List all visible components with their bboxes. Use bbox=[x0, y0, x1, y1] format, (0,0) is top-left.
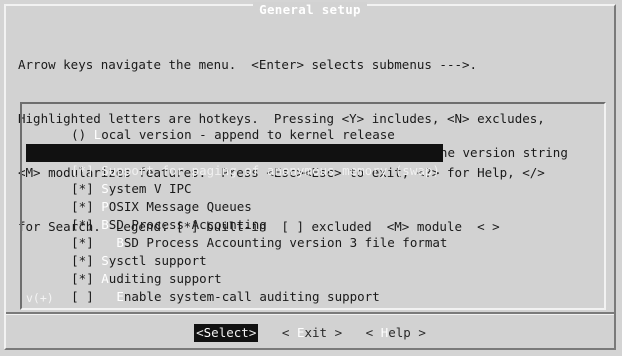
exit-close: > bbox=[327, 325, 343, 340]
help-line: Arrow keys navigate the menu. <Enter> se… bbox=[18, 57, 478, 72]
exit-label: xit bbox=[304, 325, 328, 340]
menu-item-bsd-accounting-v3[interactable]: [*] BSD Process Accounting version 3 fil… bbox=[26, 216, 450, 250]
dialog-frame: General setup Arrow keys navigate the me… bbox=[4, 2, 616, 350]
menu-item-indent bbox=[101, 289, 116, 304]
menu-item-label: nable system-call auditing support bbox=[123, 289, 380, 304]
exit-open: < bbox=[281, 325, 297, 340]
button-separator bbox=[6, 312, 614, 315]
menu-item-posix-mqueue[interactable]: [*] POSIX Message Queues bbox=[26, 180, 255, 214]
select-open: < bbox=[196, 325, 204, 340]
menu-item-state: [ ] bbox=[71, 289, 94, 304]
menu-list[interactable]: () Local version - append to kernel rele… bbox=[20, 102, 606, 310]
menu-item-bsd-accounting[interactable]: [*] BSD Process Accounting bbox=[26, 198, 270, 232]
help-label: elp bbox=[388, 325, 411, 340]
scroll-indicator: v(+) bbox=[26, 291, 54, 305]
help-close: > bbox=[410, 325, 426, 340]
dialog-title-text: General setup bbox=[253, 2, 367, 17]
menu-item-system-v-ipc[interactable]: [*] System V IPC bbox=[26, 162, 195, 196]
select-button[interactable]: <Select> bbox=[194, 324, 259, 342]
select-label: elect bbox=[211, 325, 249, 340]
menu-item-swap-selected[interactable]: [*] Support for paging of anonymous memo… bbox=[26, 144, 443, 178]
dialog-title: General setup bbox=[6, 2, 614, 17]
menu-item-local-version[interactable]: () Local version - append to kernel rele… bbox=[26, 108, 398, 142]
select-close: > bbox=[248, 325, 257, 340]
exit-button[interactable]: < Exit > bbox=[282, 324, 342, 342]
help-open: < bbox=[365, 325, 381, 340]
menu-item-auto-append-version[interactable]: [ ] Automatically append version informa… bbox=[26, 126, 571, 160]
button-bar: <Select> < Exit > < Help > bbox=[6, 324, 614, 342]
menu-item-hotkey: E bbox=[116, 289, 124, 304]
menu-item-syscall-auditing[interactable]: [ ] Enable system-call auditing support bbox=[26, 270, 383, 304]
menu-item-auditing[interactable]: [*] Auditing support bbox=[26, 252, 225, 286]
help-button[interactable]: < Help > bbox=[366, 324, 426, 342]
menu-item-sysctl[interactable]: [*] Sysctl support bbox=[26, 234, 210, 268]
